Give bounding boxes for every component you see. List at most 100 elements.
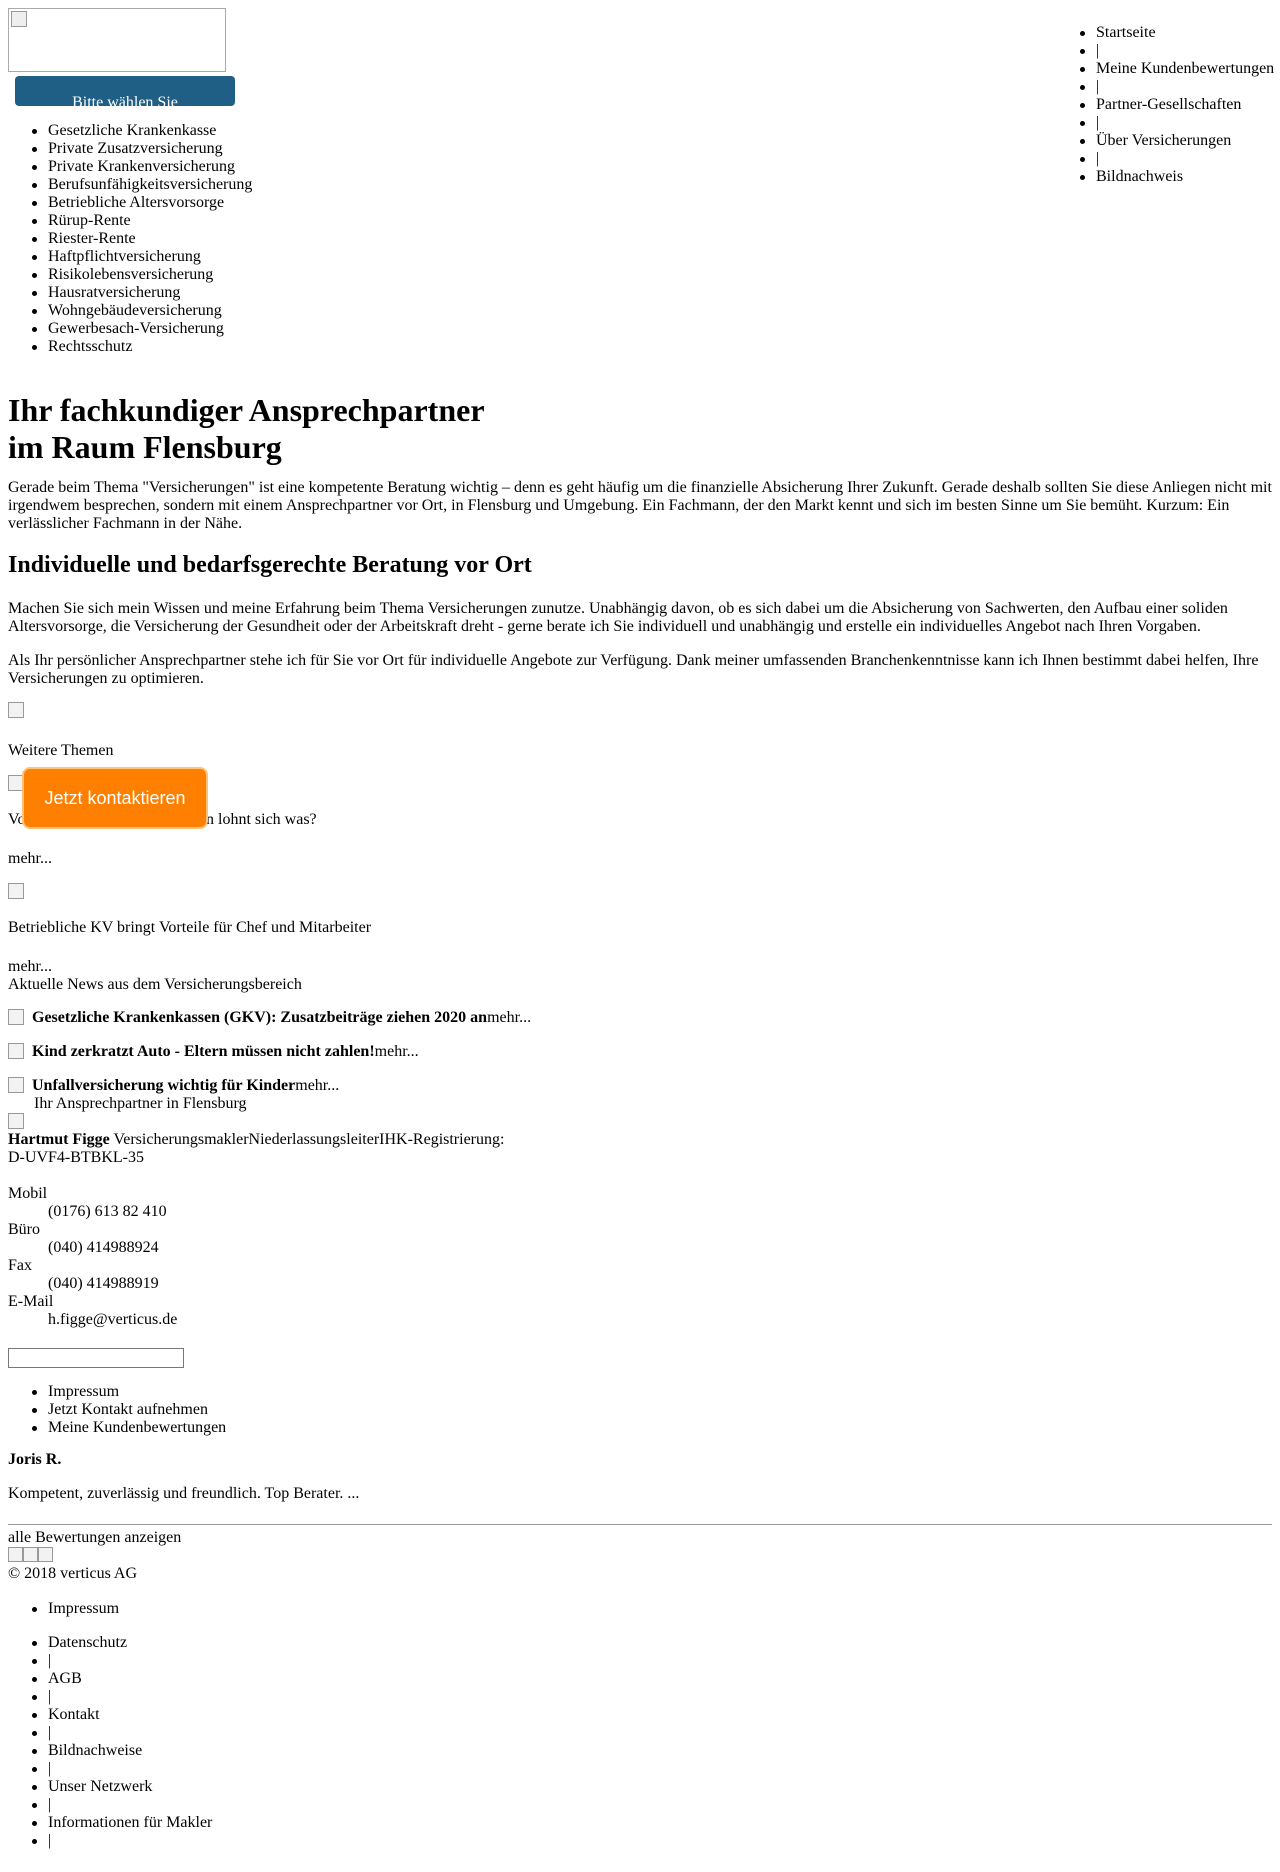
agent-details: Hartmut Figge VersicherungsmaklerNiederl… — [8, 1131, 1008, 1167]
sidebar-nav-item[interactable]: Rechtsschutz — [8, 338, 408, 356]
sidebar-nav-item[interactable]: Betriebliche Altersvorsorge — [8, 194, 408, 212]
review-text: Kompetent, zuverlässig und freundlich. T… — [8, 1485, 360, 1502]
news-image-icon — [8, 1077, 24, 1093]
news-more-link[interactable]: mehr... — [487, 1009, 531, 1026]
sidebar-nav-item[interactable]: Gesetzliche Krankenkasse — [8, 122, 408, 140]
theme-more-link[interactable]: mehr... — [8, 958, 52, 976]
news-item-title[interactable]: Kind zerkratzt Auto - Eltern müssen nich… — [32, 1043, 375, 1060]
sidebar-nav-item[interactable]: Private Zusatzversicherung — [8, 140, 408, 158]
nav-separator: | — [8, 1796, 408, 1814]
broken-image-icon — [8, 702, 24, 718]
email-link[interactable]: h.figge@verticus.de — [8, 1311, 608, 1329]
divider — [8, 1524, 1272, 1525]
intro-paragraph: Gerade beim Thema "Versicherungen" ist e… — [8, 479, 1272, 532]
select-button-label: Bitte wählen Sie — [72, 94, 178, 106]
page-title-line1: Ihr fachkundiger Ansprechpartner — [8, 392, 485, 428]
sidebar-nav-item[interactable]: Risikolebensversicherung — [8, 266, 408, 284]
agent-registration: D-UVF4-BTBKL-35 — [8, 1149, 144, 1166]
sidebar-nav-item[interactable]: Riester-Rente — [8, 230, 408, 248]
footer-link-item[interactable]: Unser Netzwerk — [8, 1778, 408, 1796]
nav-separator: | — [1056, 150, 1280, 168]
agent-link-item[interactable]: Meine Kundenbewertungen — [8, 1419, 408, 1437]
copyright: © 2018 verticus AG — [8, 1565, 138, 1582]
footer-link-impressum[interactable]: Impressum — [8, 1600, 408, 1618]
theme-item-title-end: n lohnt sich was? — [206, 811, 317, 828]
footer-link-item[interactable]: AGB — [8, 1670, 408, 1688]
logo-image[interactable] — [8, 8, 226, 72]
insurance-select-button[interactable]: Bitte wählen Sie — [15, 76, 235, 106]
agent-links: Impressum Jetzt Kontakt aufnehmen Meine Ku… — [8, 1383, 408, 1437]
agent-location-subline: Ihr Ansprechpartner in Flensburg — [34, 1095, 247, 1112]
main-nav-item[interactable]: Meine Kundenbewertungen — [1056, 60, 1280, 78]
theme-item-title[interactable]: Betriebliche KV bringt Vorteile für Chef… — [8, 919, 371, 937]
star-icon — [38, 1547, 53, 1562]
news-more-link[interactable]: mehr... — [375, 1043, 419, 1060]
broken-image-icon — [11, 11, 27, 27]
news-item[interactable]: Kind zerkratzt Auto - Eltern müssen nich… — [8, 1043, 419, 1061]
review-author: Joris R. — [8, 1451, 62, 1468]
page-title: Ihr fachkundiger Ansprechpartner im Raum … — [8, 392, 908, 466]
theme-item-title-start: Vo — [8, 811, 26, 828]
nav-separator: | — [8, 1652, 408, 1670]
mobil-number[interactable]: (0176) 613 82 410 — [8, 1203, 608, 1221]
section-heading: Individuelle und bedarfsgerechte Beratun… — [8, 552, 532, 578]
nav-separator: | — [8, 1760, 408, 1778]
footer-link-item[interactable]: Kontakt — [8, 1706, 408, 1724]
agent-contact-list: Mobil (0176) 613 82 410 Büro (040) 41498… — [8, 1185, 608, 1329]
main-nav-item[interactable]: Partner-Gesellschaften — [1056, 96, 1280, 114]
footer-link-item[interactable]: Datenschutz — [8, 1634, 408, 1652]
broken-image-icon — [8, 775, 24, 791]
news-image-icon — [8, 1043, 24, 1059]
nav-separator: | — [8, 1724, 408, 1742]
sidebar-nav-item[interactable]: Gewerbesach-Versicherung — [8, 320, 408, 338]
sidebar-nav-item[interactable]: Wohngebäudeversicherung — [8, 302, 408, 320]
all-reviews-link[interactable]: alle Bewertungen anzeigen — [8, 1529, 181, 1547]
news-more-link[interactable]: mehr... — [295, 1077, 339, 1094]
main-nav-item[interactable]: Über Versicherungen — [1056, 132, 1280, 150]
sidebar-nav-item[interactable]: Private Krankenversicherung — [8, 158, 408, 176]
contact-button[interactable]: Jetzt kontaktieren — [24, 769, 206, 827]
footer-links: Datenschutz | AGB | Kontakt | Bildnachweise | Un… — [8, 1634, 408, 1850]
footer-imprint: Impressum — [8, 1600, 408, 1618]
buero-number[interactable]: (040) 414988924 — [8, 1239, 608, 1257]
page-title-line2: im Raum Flensburg — [8, 429, 282, 465]
star-icon — [23, 1547, 38, 1562]
nav-separator: | — [1056, 42, 1280, 60]
sidebar-nav-item[interactable]: Hausratversicherung — [8, 284, 408, 302]
search-input[interactable] — [8, 1348, 184, 1368]
themes-label: Weitere Themen — [8, 742, 114, 759]
fax-number: (040) 414988919 — [48, 1275, 159, 1292]
footer-link-item[interactable]: Bildnachweise — [8, 1742, 408, 1760]
nav-separator: | — [8, 1688, 408, 1706]
agent-link-item[interactable]: Impressum — [8, 1383, 408, 1401]
section-paragraph-2: Als Ihr persönlicher Ansprechpartner ste… — [8, 652, 1259, 687]
footer-link-item[interactable]: Informationen für Makler — [8, 1814, 408, 1832]
fax-label: Fax — [8, 1257, 32, 1274]
nav-separator: | — [1056, 114, 1280, 132]
main-nav-item[interactable]: Startseite — [1056, 24, 1280, 42]
sidebar-nav-item[interactable]: Berufsunfähigkeitsversicherung — [8, 176, 408, 194]
agent-photo-icon — [8, 1113, 24, 1129]
agent-link-item[interactable]: Jetzt Kontakt aufnehmen — [8, 1401, 408, 1419]
broken-image-icon — [8, 883, 24, 899]
sidebar-nav-item[interactable]: Haftpflichtversicherung — [8, 248, 408, 266]
buero-label: Büro — [8, 1221, 40, 1238]
insurance-category-navigation: Gesetzliche Krankenkasse Private Zusatzve… — [8, 122, 408, 356]
agent-role: VersicherungsmaklerNiederlassungsleiterI… — [109, 1131, 505, 1148]
theme-more-link[interactable]: mehr... — [8, 850, 52, 868]
nav-separator: | — [1056, 78, 1280, 96]
news-item[interactable]: Gesetzliche Krankenkassen (GKV): Zusatzb… — [8, 1009, 531, 1027]
star-icon — [8, 1547, 23, 1562]
section-paragraph-1: Machen Sie sich mein Wissen und meine Er… — [8, 600, 1228, 635]
news-heading: Aktuelle News aus dem Versicherungsberei… — [8, 976, 302, 993]
news-item-title[interactable]: Unfallversicherung wichtig für Kinder — [32, 1077, 295, 1094]
main-nav-item[interactable]: Bildnachweis — [1056, 168, 1280, 186]
rating-stars — [8, 1547, 53, 1563]
sidebar-nav-item[interactable]: Rürup-Rente — [8, 212, 408, 230]
email-label: E-Mail — [8, 1293, 54, 1310]
main-navigation: Startseite | Meine Kundenbewertungen | Partn… — [1056, 24, 1280, 186]
mobil-label: Mobil — [8, 1185, 48, 1202]
news-item-title[interactable]: Gesetzliche Krankenkassen (GKV): Zusatzb… — [32, 1009, 487, 1026]
news-item[interactable]: Unfallversicherung wichtig für Kindermeh… — [8, 1077, 339, 1095]
nav-separator: | — [8, 1832, 408, 1850]
